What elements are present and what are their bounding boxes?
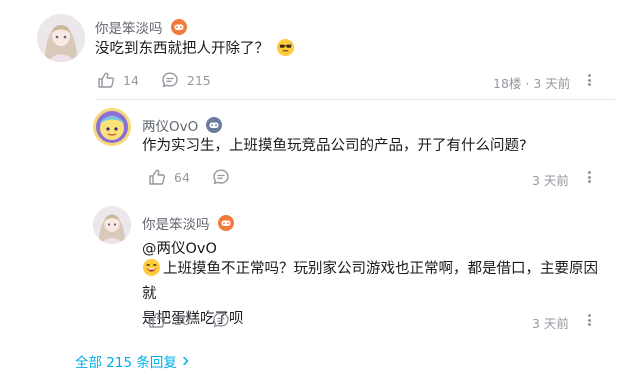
laughing-emoji-icon	[142, 258, 161, 277]
like-count: 64	[174, 169, 190, 185]
anime-girl-avatar-image	[37, 14, 85, 62]
username[interactable]: 两仪OvO	[142, 115, 198, 135]
comment-header: 你是笨淡吗	[95, 17, 187, 37]
more-options-icon[interactable]	[582, 169, 596, 185]
sunglasses-sweat-emoji-icon	[276, 38, 295, 57]
comment-bubble-icon	[213, 312, 229, 328]
username[interactable]: 你是笨淡吗	[95, 17, 163, 37]
comment-bubble-icon	[162, 72, 178, 88]
comment-bubble-icon	[213, 169, 229, 185]
divider	[95, 99, 615, 100]
post-time: 3 天前	[533, 76, 571, 91]
thumbs-up-icon	[149, 169, 166, 185]
avatar[interactable]	[37, 14, 85, 62]
comment-text: 没吃到东西就把人开除了？	[95, 37, 297, 62]
thumbs-up-icon	[98, 72, 115, 88]
comment-thread: 你是笨淡吗 没吃到东西就把人开除了？ 14 215 18楼 · 3 天前 两仪O…	[0, 0, 636, 374]
game-controller-badge-icon	[170, 19, 187, 35]
post-time: 3 天前	[532, 173, 569, 188]
reply-header: 你是笨淡吗	[142, 213, 234, 233]
reply-header: 两仪OvO	[142, 115, 223, 135]
reply-text-line-1: 上班摸鱼不正常吗？玩别家公司游戏也正常啊，都是借口，主要原因就	[142, 261, 598, 302]
like-count: 20	[174, 312, 190, 328]
reply-count: 215	[186, 72, 211, 88]
reply-button[interactable]: 215	[161, 71, 211, 89]
chevron-right-icon	[183, 356, 189, 366]
more-options-icon[interactable]	[582, 312, 596, 328]
post-time: 3 天前	[532, 316, 569, 331]
like-button[interactable]: 20	[148, 311, 190, 329]
comment-text-content: 没吃到东西就把人开除了？	[95, 41, 269, 57]
reply-button[interactable]	[212, 168, 230, 186]
cartoon-avatar-image	[93, 108, 131, 146]
view-all-replies-label: 全部 215 条回复	[75, 355, 177, 371]
mention-link[interactable]: @两仪OvO	[142, 237, 217, 258]
game-controller-badge-icon	[206, 117, 223, 133]
reply-actions: 20	[148, 311, 252, 329]
like-button[interactable]: 14	[97, 71, 139, 89]
game-controller-badge-icon	[217, 215, 234, 231]
comment-meta: 18楼 · 3 天前	[493, 76, 571, 91]
reply-button[interactable]	[212, 311, 230, 329]
view-all-replies-link[interactable]: 全部 215 条回复	[75, 351, 191, 371]
floor-number: 18楼	[493, 76, 522, 91]
like-button[interactable]: 64	[148, 168, 190, 186]
reply-actions: 64	[148, 168, 252, 186]
anime-girl-avatar-image	[93, 206, 131, 244]
avatar[interactable]	[93, 108, 131, 146]
comment-actions: 14 215	[97, 71, 233, 89]
avatar[interactable]	[93, 206, 131, 244]
thumbs-up-icon	[149, 312, 166, 328]
username[interactable]: 你是笨淡吗	[142, 213, 210, 233]
more-options-icon[interactable]	[582, 72, 596, 88]
reply-text: 作为实习生，上班摸鱼玩竞品公司的产品，开了有什么问题?	[142, 138, 527, 154]
like-count: 14	[123, 72, 139, 88]
